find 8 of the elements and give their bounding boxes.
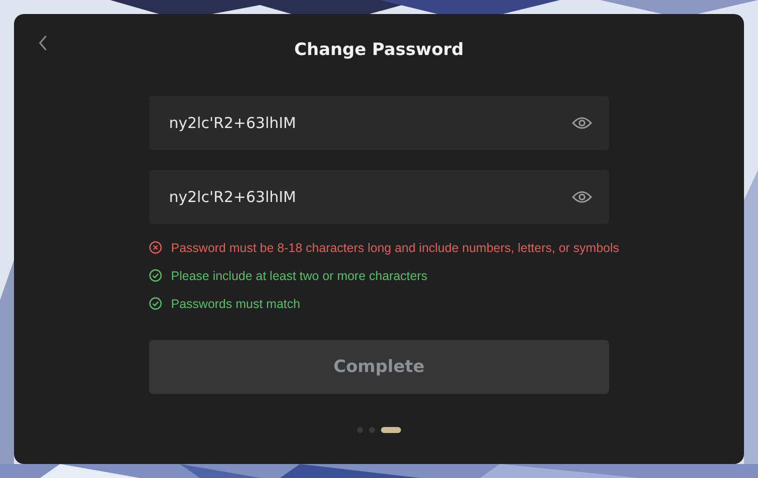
rule-text: Please include at least two or more characters xyxy=(171,268,428,282)
eye-icon[interactable] xyxy=(572,190,592,204)
dialog-title: Change Password xyxy=(294,40,464,60)
rule-text: Password must be 8-18 characters long and include numbers, letters, or symbols xyxy=(171,240,620,254)
eye-icon[interactable] xyxy=(572,116,592,130)
password-field[interactable]: ny2lc'R2+63lhIM xyxy=(149,170,609,224)
password-field[interactable]: ny2lc'R2+63lhIM xyxy=(149,96,609,150)
rule-text: Passwords must match xyxy=(171,296,300,310)
